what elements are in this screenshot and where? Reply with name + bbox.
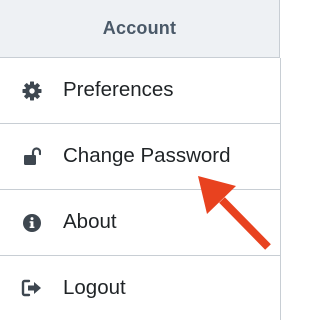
menu-item-about[interactable]: About [0, 190, 281, 256]
menu-item-label: Preferences [63, 78, 174, 102]
menu-item-label: Logout [63, 275, 126, 299]
menu-item-logout[interactable]: Logout [0, 256, 281, 320]
account-menu: Account Preferences Change Password Abou… [0, 0, 282, 320]
logout-icon [21, 277, 43, 299]
menu-item-label: About [63, 210, 117, 234]
menu-item-label: Change Password [63, 144, 231, 168]
account-header: Account [0, 0, 280, 58]
info-icon [21, 212, 43, 234]
menu-item-change-password[interactable]: Change Password [0, 124, 281, 190]
menu-item-preferences[interactable]: Preferences [0, 58, 281, 124]
gear-icon [21, 80, 43, 102]
header-title: Account [102, 18, 177, 38]
unlock-icon [21, 146, 43, 168]
